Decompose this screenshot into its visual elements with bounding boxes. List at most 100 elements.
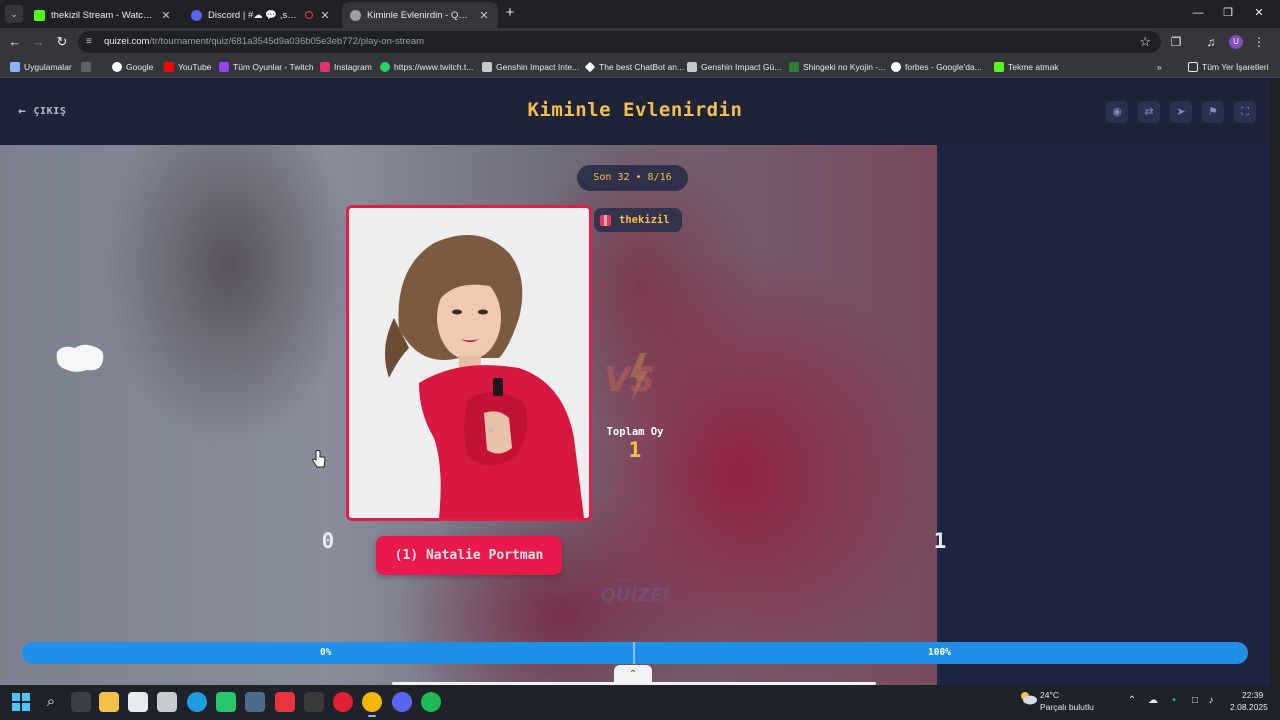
- whatsapp-app-icon[interactable]: [216, 692, 236, 712]
- browser-toolbar: ← → ↻ ≡ quizei.com/tr/tournament/quiz/68…: [0, 28, 1280, 56]
- vote-contestant-button[interactable]: (1) Natalie Portman: [376, 536, 562, 575]
- flag-icon[interactable]: ⚑: [1202, 101, 1224, 123]
- streamer-name: thekizil: [619, 214, 670, 226]
- address-bar[interactable]: ≡ quizei.com/tr/tournament/quiz/681a3545…: [78, 31, 1161, 53]
- bookmarks-overflow-button[interactable]: »: [1157, 60, 1162, 74]
- windows-start-icon[interactable]: [12, 693, 30, 711]
- bookmark-tekme[interactable]: Tekme atmak: [994, 60, 1059, 74]
- genshin-icon: [687, 62, 697, 72]
- tab-quizei[interactable]: Kiminle Evlenirdin - Quizei ✕: [342, 2, 498, 28]
- tab-title: Discord | #☁ 💬 ,sohbet | Th: [208, 9, 301, 21]
- bar-divider: [633, 642, 635, 664]
- cloud-icon[interactable]: ☁: [1147, 695, 1159, 707]
- tab-kick-stream[interactable]: thekizil Stream - Watch Live on ✕: [26, 2, 180, 28]
- whatsapp-icon: [380, 62, 390, 72]
- quiz-header: ← ÇIKIŞ Kiminle Evlenirdin ◉ ⇄ ➤ ⚑ ⛶: [0, 79, 1270, 145]
- restore-button[interactable]: ❐: [1218, 4, 1238, 22]
- bookmarks-bar: Uygulamalar Google YouTube Tüm Oyunlar -…: [0, 56, 1280, 78]
- quizei-icon: [350, 9, 361, 21]
- new-tab-button[interactable]: +: [502, 5, 518, 21]
- close-icon[interactable]: ✕: [319, 9, 331, 22]
- bookmark-star-icon[interactable]: ☆: [1139, 34, 1151, 50]
- left-percent: 0%: [320, 647, 332, 658]
- reload-button[interactable]: ↻: [53, 33, 71, 51]
- grid-icon: [81, 62, 91, 72]
- menu-icon[interactable]: ⋮: [1250, 33, 1268, 51]
- store-icon[interactable]: [128, 692, 148, 712]
- bookmark-youtube[interactable]: YouTube: [164, 60, 211, 74]
- edge-icon[interactable]: [187, 692, 207, 712]
- bookmark-genshin-inte[interactable]: Genshin Impact Inte...: [482, 60, 579, 74]
- tab-title: Kiminle Evlenirdin - Quizei: [367, 9, 472, 21]
- speaker-icon[interactable]: ♪: [1205, 695, 1217, 707]
- share-icon[interactable]: ⇄: [1138, 101, 1160, 123]
- media-control-icon[interactable]: ♫: [1202, 33, 1220, 51]
- google-icon: [891, 62, 901, 72]
- bookmark-twitch-link[interactable]: https://www.twitch.t...: [380, 60, 473, 74]
- bookmark-shingeki[interactable]: Shingeki no Kyojin -...: [789, 60, 885, 74]
- epic-games-icon[interactable]: [304, 692, 324, 712]
- apps-icon: [10, 62, 20, 72]
- minimize-button[interactable]: —: [1188, 4, 1208, 22]
- bookmark-apps[interactable]: Uygulamalar: [10, 60, 72, 74]
- task-view-icon[interactable]: [71, 692, 91, 712]
- tab-title: thekizil Stream - Watch Live on: [51, 9, 154, 21]
- microphone-icon[interactable]: •: [1168, 695, 1180, 707]
- close-icon[interactable]: ✕: [478, 9, 490, 22]
- riot-icon[interactable]: [275, 692, 295, 712]
- svg-text:VS: VS: [604, 360, 655, 400]
- back-button[interactable]: ←: [6, 33, 24, 51]
- weather-description: Parçalı bulutlu: [1040, 702, 1094, 712]
- contestant-photo: [349, 208, 589, 518]
- extensions-icon[interactable]: ❐: [1167, 33, 1185, 51]
- contestant-card[interactable]: [346, 205, 592, 521]
- url-text: quizei.com/tr/tournament/quiz/681a3545d9…: [104, 36, 425, 47]
- bookmark-google[interactable]: Google: [112, 60, 153, 74]
- page-scrollbar[interactable]: [1270, 79, 1280, 685]
- google-icon: [112, 62, 122, 72]
- bookmark-forbes[interactable]: forbes - Google'da...: [891, 60, 982, 74]
- collapse-button[interactable]: ⌃: [614, 665, 652, 685]
- bookmark-twitch[interactable]: Tüm Oyunlar - Twitch: [219, 60, 314, 74]
- chrome-icon[interactable]: [362, 692, 382, 717]
- browser-tab-bar: ⌄ thekizil Stream - Watch Live on ✕ Disc…: [0, 0, 1280, 28]
- eye-icon[interactable]: ◉: [1106, 101, 1128, 123]
- opera-icon[interactable]: [333, 692, 353, 712]
- vote-progress-bar: 0% 100%: [22, 642, 1248, 664]
- blurred-logo: [56, 344, 104, 372]
- discord-app-icon[interactable]: [392, 692, 412, 712]
- clock-date[interactable]: 2.08.2025: [1230, 702, 1268, 712]
- recording-icon: [305, 11, 313, 19]
- tab-discord[interactable]: Discord | #☁ 💬 ,sohbet | Th ✕: [183, 2, 339, 28]
- chevron-up-icon[interactable]: ⌃: [1126, 695, 1138, 707]
- all-bookmarks[interactable]: Tüm Yer İşaretleri: [1188, 60, 1269, 74]
- right-percent: 100%: [928, 647, 951, 658]
- fullscreen-icon[interactable]: ⛶: [1234, 101, 1256, 123]
- notepad-icon[interactable]: [157, 692, 177, 712]
- close-window-button[interactable]: ✕: [1249, 4, 1269, 22]
- tab-search-button[interactable]: ⌄: [5, 5, 23, 23]
- clock-time[interactable]: 22:39: [1242, 690, 1263, 700]
- spotify-icon[interactable]: [421, 692, 441, 712]
- send-icon[interactable]: ➤: [1170, 101, 1192, 123]
- page-title: Kiminle Evlenirdin: [527, 99, 743, 121]
- file-explorer-icon[interactable]: [99, 692, 119, 712]
- bookmark-instagram[interactable]: Instagram: [320, 60, 372, 74]
- chatbot-icon: [584, 61, 596, 73]
- profile-avatar[interactable]: U: [1229, 35, 1243, 49]
- close-icon[interactable]: ✕: [160, 9, 172, 22]
- bookmark-chatbot[interactable]: The best ChatBot an...: [584, 60, 684, 74]
- site-info-icon[interactable]: ≡: [86, 35, 99, 48]
- bookmark-genshin-gu[interactable]: Genshin Impact Gü...: [687, 60, 781, 74]
- search-icon[interactable]: ⌕: [41, 692, 61, 712]
- streamer-badge: thekizil: [594, 208, 682, 232]
- shingeki-icon: [789, 62, 799, 72]
- bookmark-grid[interactable]: [81, 60, 95, 74]
- steam-icon[interactable]: [245, 692, 265, 712]
- network-icon[interactable]: □: [1189, 695, 1201, 707]
- weather-icon[interactable]: [1019, 691, 1037, 705]
- forward-button[interactable]: →: [29, 33, 47, 51]
- total-votes-label: Toplam Oy: [606, 426, 664, 438]
- kick-icon: [994, 62, 1004, 72]
- hand-cursor-icon: [312, 450, 326, 468]
